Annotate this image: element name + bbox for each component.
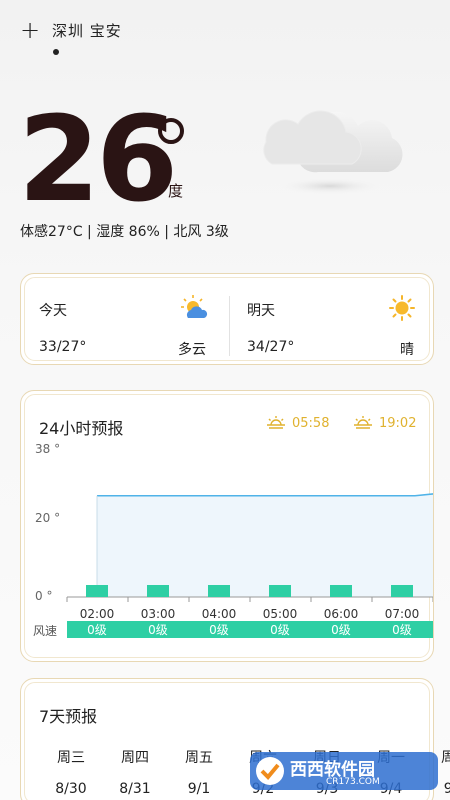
tomorrow-label: 明天 — [247, 303, 275, 319]
hour-label: 05:00 — [263, 607, 298, 621]
weather-details: 体感27°C | 湿度 86% | 北风 3级 — [20, 224, 229, 240]
sunny-icon — [389, 295, 415, 321]
temp-bar — [330, 585, 352, 597]
cloudy-weather-icon — [263, 110, 403, 194]
wind-level: 0级 — [87, 623, 107, 637]
weekday-label: 周三 — [57, 750, 85, 766]
today-tomorrow-card[interactable]: 今天 33/27° 多云 明天 34/27° 晴 — [20, 273, 434, 365]
hourly-temperature-chart: 02:00 03:00 04:00 05:00 06:00 07:00 0级 0级 0级 0级 0级… — [66, 493, 433, 638]
hour-label: 07:00 — [385, 607, 420, 621]
temperature-line — [97, 493, 433, 497]
wind-level: 0级 — [270, 623, 290, 637]
hour-label: 04:00 — [202, 607, 237, 621]
date-label: 8/30 — [55, 781, 87, 797]
page-indicator-dot — [53, 49, 59, 55]
today-panel[interactable]: 今天 33/27° 多云 — [21, 274, 226, 366]
wind-level: 0级 — [392, 623, 412, 637]
temperature-area — [97, 493, 433, 597]
today-label: 今天 — [39, 303, 67, 319]
hour-label: 06:00 — [324, 607, 359, 621]
temperature-unit: 度 — [168, 182, 184, 200]
date-label: 8/31 — [119, 781, 151, 797]
wind-level: 0级 — [148, 623, 168, 637]
temp-bar — [86, 585, 108, 597]
city-name[interactable]: 深圳 宝安 — [52, 20, 122, 41]
today-temp-range: 33/27° — [39, 339, 87, 355]
tomorrow-temp-range: 34/27° — [247, 339, 295, 355]
hourly-forecast-card[interactable]: 24小时预报 05:58 19:02 38 ° 20 ° 0 ° 02:00 03… — [20, 390, 434, 662]
temp-bar — [391, 585, 413, 597]
today-condition: 多云 — [178, 342, 206, 358]
partly-cloudy-icon — [181, 295, 208, 318]
add-city-icon[interactable]: + — [20, 18, 42, 42]
weekday-label: 周五 — [185, 750, 213, 766]
weekday-label: 周四 — [121, 750, 149, 766]
current-temperature: 26 — [18, 90, 178, 228]
tomorrow-panel[interactable]: 明天 34/27° 晴 — [229, 274, 434, 366]
hour-label: 03:00 — [141, 607, 176, 621]
watermark-subtext: CR173.COM — [326, 777, 380, 787]
tomorrow-condition: 晴 — [400, 342, 414, 358]
hour-label: 02:00 — [80, 607, 115, 621]
temp-bar — [147, 585, 169, 597]
header: + 深圳 宝安 — [20, 18, 122, 42]
temp-bar — [269, 585, 291, 597]
date-label: 9/1 — [187, 781, 211, 797]
wind-speed-label: 风速 — [33, 624, 58, 638]
wind-strip — [67, 621, 433, 638]
weekly-title: 7天预报 — [39, 707, 98, 726]
wind-level: 0级 — [209, 623, 229, 637]
wind-level: 0级 — [331, 623, 351, 637]
degree-symbol — [158, 118, 184, 144]
temp-bar — [208, 585, 230, 597]
